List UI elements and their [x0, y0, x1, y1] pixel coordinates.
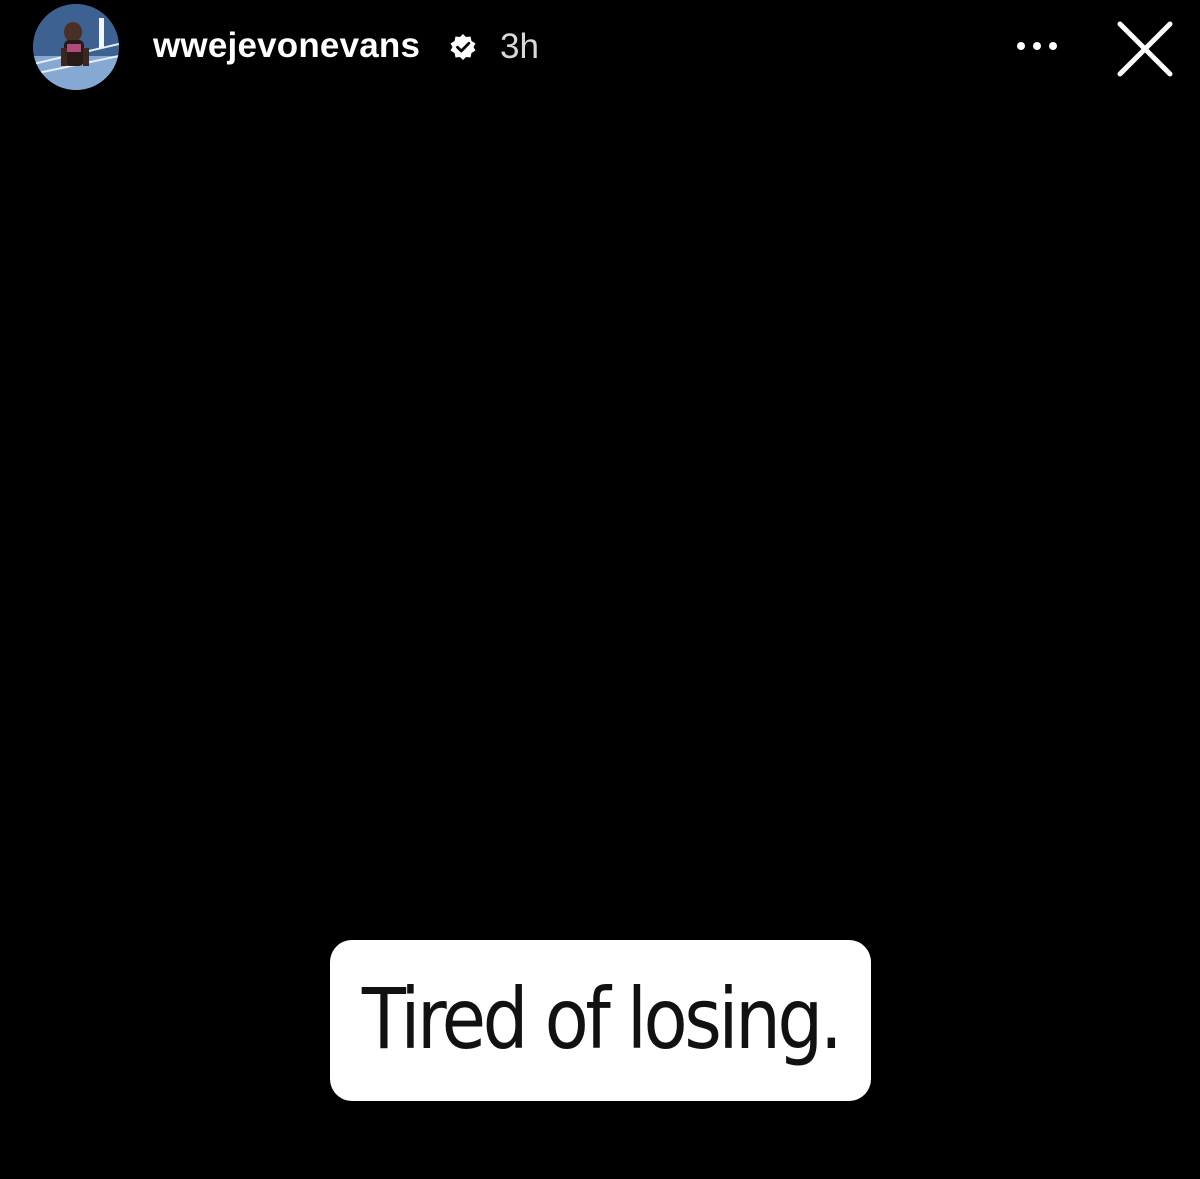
caption-sticker: Tired of losing.	[330, 940, 871, 1101]
story-header: wwejevonevans 3h	[0, 0, 1200, 100]
close-icon	[1117, 21, 1173, 77]
avatar[interactable]	[33, 4, 119, 90]
verified-badge-icon	[449, 33, 477, 61]
caption-text: Tired of losing.	[361, 969, 843, 1068]
more-options-icon	[1017, 42, 1057, 50]
story-viewer[interactable]: wwejevonevans 3h Tired of losing.	[0, 0, 1200, 1179]
profile-photo-icon	[33, 4, 119, 90]
username[interactable]: wwejevonevans	[153, 26, 420, 66]
more-options-button[interactable]	[1008, 28, 1066, 64]
story-timestamp: 3h	[500, 27, 539, 66]
close-button[interactable]	[1112, 16, 1178, 82]
